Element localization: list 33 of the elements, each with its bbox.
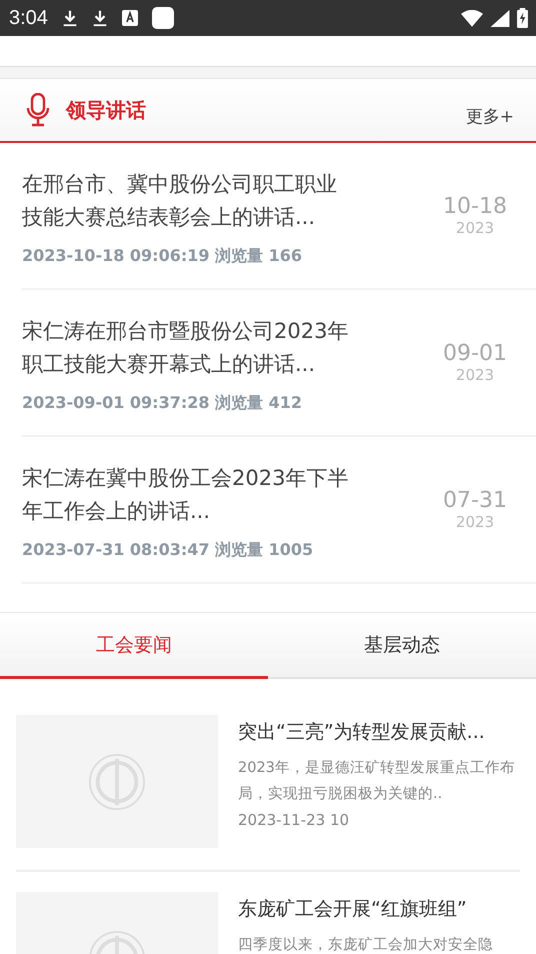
news-date: 2023-11-23 10 bbox=[238, 811, 350, 829]
download-icon bbox=[92, 9, 108, 27]
news-summary: 四季度以来，东庞矿工会加大对安全隐 bbox=[238, 936, 494, 954]
notification-icon bbox=[152, 7, 174, 29]
speech-item[interactable]: 宋仁涛在邢台市暨股份公司2023年职工技能大赛开幕式上的讲话... 2023-09-01 09:37:28 浏览量 412 09-01 2023 bbox=[22, 290, 536, 437]
news-title[interactable]: 突出“三亮”为转型发展贡献... bbox=[238, 719, 520, 745]
battery-icon bbox=[517, 8, 528, 28]
tab[interactable]: 基层动态 bbox=[268, 613, 536, 679]
more-link[interactable]: 更多+ bbox=[466, 104, 514, 128]
speech-title: 宋仁涛在冀中股份工会2023年下半年工作会上的讲话... bbox=[22, 465, 350, 525]
keyboard-icon bbox=[122, 9, 138, 27]
section-title: 领导讲话 bbox=[66, 96, 147, 124]
news-title[interactable]: 东庞矿工会开展“红旗班组” bbox=[238, 896, 520, 922]
speech-date: 10-18 bbox=[442, 194, 508, 219]
status-time: 3:04 bbox=[9, 6, 48, 30]
speech-date: 07-31 bbox=[442, 488, 508, 513]
speech-year: 2023 bbox=[454, 513, 496, 531]
wifi-icon bbox=[461, 10, 483, 26]
speech-meta: 2023-07-31 08:03:47 浏览量 1005 bbox=[22, 540, 314, 561]
speech-meta: 2023-10-18 09:06:19 浏览量 166 bbox=[22, 246, 304, 267]
microphone-icon bbox=[26, 93, 50, 127]
news-summary: 2023年，是显德汪矿转型发展重点工作布局，实现扭亏脱困极为关键的.. bbox=[238, 758, 516, 804]
speech-year: 2023 bbox=[454, 366, 496, 384]
tab[interactable]: 工会要闻 bbox=[0, 613, 268, 679]
speech-meta: 2023-09-01 09:37:28 浏览量 412 bbox=[22, 393, 304, 414]
download-icon bbox=[62, 9, 78, 27]
signal-icon bbox=[489, 10, 511, 26]
speech-title: 宋仁涛在邢台市暨股份公司2023年职工技能大赛开幕式上的讲话... bbox=[22, 318, 350, 378]
speech-item[interactable]: 宋仁涛在冀中股份工会2023年下半年工作会上的讲话... 2023-07-31 08:03:47 浏览量 1005 07-31 2023 bbox=[22, 437, 536, 584]
speech-date: 09-01 bbox=[442, 341, 508, 366]
speech-item[interactable]: 在邢台市、冀中股份公司职工职业技能大赛总结表彰会上的讲话... 2023-10-18 09:06:19 浏览量 166 10-18 2023 bbox=[22, 143, 536, 290]
speech-title: 在邢台市、冀中股份公司职工职业技能大赛总结表彰会上的讲话... bbox=[22, 171, 338, 231]
speech-year: 2023 bbox=[454, 219, 496, 237]
